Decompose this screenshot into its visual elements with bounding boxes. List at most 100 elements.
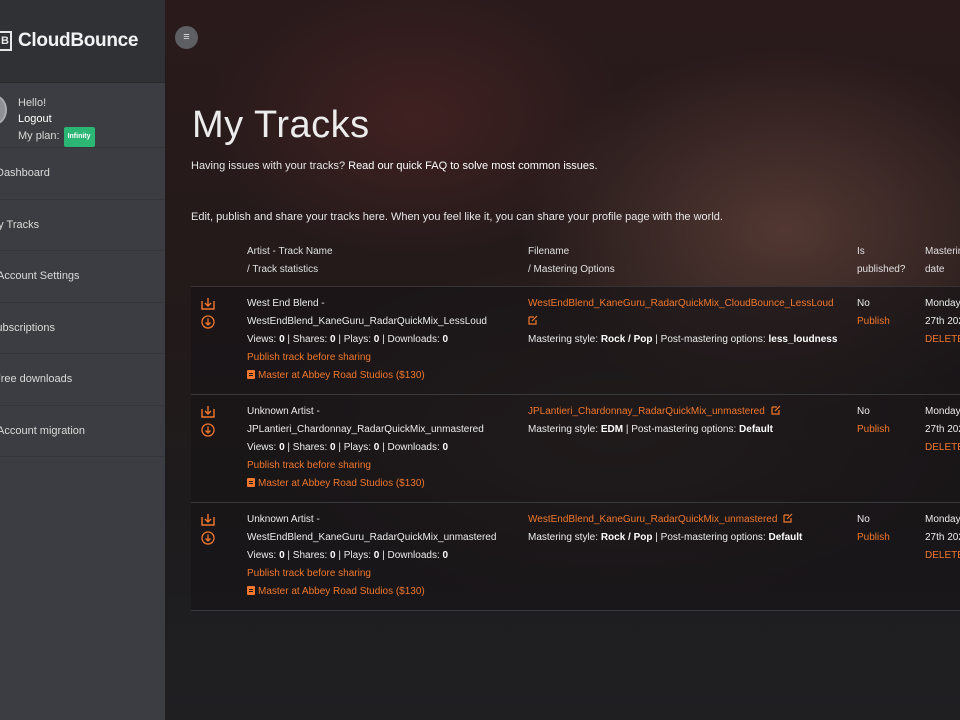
filename-row: WestEndBlend_KaneGuru_RadarQuickMix_unma… bbox=[528, 511, 802, 529]
track-stats: Views: 0 | Shares: 0 | Plays: 0 | Downlo… bbox=[247, 331, 487, 349]
greeting: Hello! bbox=[18, 97, 47, 109]
style-value: EDM bbox=[600, 424, 624, 435]
date-line1: Monday, bbox=[925, 514, 960, 525]
style-label: Mastering style: bbox=[528, 532, 601, 543]
document-icon bbox=[247, 370, 255, 379]
col-file-subtitle: / Mastering Options bbox=[528, 263, 615, 275]
col-published-title: Is bbox=[857, 246, 865, 257]
views-label: Views: bbox=[247, 334, 280, 345]
mastering-options: Mastering style: Rock / Pop | Post-maste… bbox=[528, 331, 837, 349]
sidebar: B CloudBounce Hello! Logout My plan: Infi… bbox=[0, 0, 165, 720]
publish-link[interactable]: Publish bbox=[857, 529, 890, 547]
issues-text: Having issues with your tracks? Read our… bbox=[191, 160, 598, 172]
table-row: Unknown Artist - WestEndBlend_KaneGuru_R… bbox=[191, 503, 960, 611]
published-status: No bbox=[857, 406, 870, 417]
table-row: Unknown Artist - JPLantieri_Chardonnay_R… bbox=[191, 395, 960, 503]
date-cell: Monday, 27th 2021 DELETE bbox=[925, 403, 960, 457]
sidebar-item-my-tracks[interactable]: My Tracks bbox=[0, 200, 165, 251]
file-cell: JPLantieri_Chardonnay_RadarQuickMix_unma… bbox=[528, 403, 781, 439]
filename-link[interactable]: JPLantieri_Chardonnay_RadarQuickMix_unma… bbox=[528, 406, 765, 417]
share-icon[interactable] bbox=[201, 297, 215, 311]
downloads-label: | Downloads: bbox=[379, 442, 443, 453]
plan-row: My plan: Infinity bbox=[18, 127, 165, 147]
edit-icon[interactable] bbox=[783, 513, 793, 523]
delete-link[interactable]: DELETE bbox=[925, 439, 960, 457]
filename-link[interactable]: WestEndBlend_KaneGuru_RadarQuickMix_unma… bbox=[528, 514, 777, 525]
sidebar-item-subscriptions[interactable]: Subscriptions bbox=[0, 303, 165, 354]
table-header: Artist - Track Name / Track statistics F… bbox=[191, 243, 960, 287]
abbey-road-link[interactable]: Master at Abbey Road Studios ($130) bbox=[247, 367, 487, 385]
plan-label: My plan: bbox=[18, 130, 60, 142]
publish-before-sharing-link[interactable]: Publish track before sharing bbox=[247, 457, 484, 475]
download-icon[interactable] bbox=[201, 315, 215, 329]
col-date-header: Mastering date bbox=[925, 243, 960, 278]
file-cell: WestEndBlend_KaneGuru_RadarQuickMix_unma… bbox=[528, 511, 802, 547]
date-line2: 27th 2021 bbox=[925, 532, 960, 543]
filename-link[interactable]: WestEndBlend_KaneGuru_RadarQuickMix_Clou… bbox=[528, 295, 837, 313]
publish-link[interactable]: Publish bbox=[857, 421, 890, 439]
avatar[interactable] bbox=[0, 95, 7, 125]
edit-icon[interactable] bbox=[528, 315, 538, 325]
post-label: | Post-mastering options: bbox=[652, 334, 769, 345]
download-icon[interactable] bbox=[201, 531, 215, 545]
plays-label: | Plays: bbox=[335, 334, 374, 345]
downloads-label: | Downloads: bbox=[379, 334, 443, 345]
file-cell: WestEndBlend_KaneGuru_RadarQuickMix_Clou… bbox=[528, 295, 837, 349]
mastering-options: Mastering style: EDM | Post-mastering op… bbox=[528, 421, 781, 439]
col-track-header: Artist - Track Name / Track statistics bbox=[247, 243, 333, 278]
delete-link[interactable]: DELETE bbox=[925, 547, 960, 565]
sidebar-item-free-downloads[interactable]: Free downloads bbox=[0, 354, 165, 406]
delete-link[interactable]: DELETE bbox=[925, 331, 960, 349]
plan-badge: Infinity bbox=[63, 127, 95, 147]
downloads-count: 0 bbox=[442, 442, 449, 453]
downloads-label: | Downloads: bbox=[379, 550, 443, 561]
track-artist: Unknown Artist - bbox=[247, 406, 320, 417]
abbey-road-label: Master at Abbey Road Studios ($130) bbox=[258, 478, 425, 489]
date-cell: Monday, 27th 2021 DELETE bbox=[925, 511, 960, 565]
publish-link[interactable]: Publish bbox=[857, 313, 890, 331]
share-icon[interactable] bbox=[201, 405, 215, 419]
downloads-count: 0 bbox=[442, 334, 449, 345]
track-artist: West End Blend - bbox=[247, 298, 325, 309]
col-file-header: Filename / Mastering Options bbox=[528, 243, 615, 278]
download-icon[interactable] bbox=[201, 423, 215, 437]
track-artist: Unknown Artist - bbox=[247, 514, 320, 525]
shares-label: | Shares: bbox=[284, 334, 331, 345]
date-line2: 27th 2021 bbox=[925, 424, 960, 435]
date-line1: Monday, bbox=[925, 406, 960, 417]
abbey-road-link[interactable]: Master at Abbey Road Studios ($130) bbox=[247, 475, 484, 493]
published-cell: No Publish bbox=[857, 403, 890, 439]
sidebar-item-dashboard[interactable]: Dashboard bbox=[0, 148, 165, 200]
plays-label: | Plays: bbox=[335, 442, 374, 453]
track-cell: Unknown Artist - JPLantieri_Chardonnay_R… bbox=[247, 403, 484, 493]
abbey-road-link[interactable]: Master at Abbey Road Studios ($130) bbox=[247, 583, 496, 601]
share-icon[interactable] bbox=[201, 513, 215, 527]
edit-icon[interactable] bbox=[771, 405, 781, 415]
sidebar-item-account-migration[interactable]: Account migration bbox=[0, 406, 165, 457]
brand[interactable]: B CloudBounce bbox=[0, 0, 165, 83]
brand-name: CloudBounce bbox=[18, 30, 139, 51]
col-track-title: Artist - Track Name bbox=[247, 246, 333, 257]
style-label: Mastering style: bbox=[528, 334, 601, 345]
date-cell: Monday, 27th 2021 DELETE bbox=[925, 295, 960, 349]
menu-toggle-icon[interactable]: ≡ bbox=[175, 26, 198, 49]
logout-link[interactable]: Logout bbox=[18, 112, 165, 128]
page-title: My Tracks bbox=[192, 104, 370, 146]
shares-label: | Shares: bbox=[284, 442, 331, 453]
edit-row bbox=[528, 313, 837, 331]
shares-label: | Shares: bbox=[284, 550, 331, 561]
faq-link[interactable]: Read our quick FAQ to solve most common … bbox=[348, 160, 597, 172]
views-label: Views: bbox=[247, 442, 280, 453]
abbey-road-label: Master at Abbey Road Studios ($130) bbox=[258, 586, 425, 597]
cloudbounce-logo-icon: B bbox=[0, 31, 12, 51]
col-file-title: Filename bbox=[528, 246, 570, 257]
col-date-title: Mastering bbox=[925, 246, 960, 257]
sidebar-item-account-settings[interactable]: Account Settings bbox=[0, 251, 165, 303]
publish-before-sharing-link[interactable]: Publish track before sharing bbox=[247, 565, 496, 583]
publish-before-sharing-link[interactable]: Publish track before sharing bbox=[247, 349, 487, 367]
user-panel: Hello! Logout My plan: Infinity bbox=[0, 83, 165, 148]
document-icon bbox=[247, 586, 255, 595]
col-date-subtitle: date bbox=[925, 263, 945, 275]
post-label: | Post-mastering options: bbox=[623, 424, 740, 435]
track-cell: West End Blend - WestEndBlend_KaneGuru_R… bbox=[247, 295, 487, 385]
